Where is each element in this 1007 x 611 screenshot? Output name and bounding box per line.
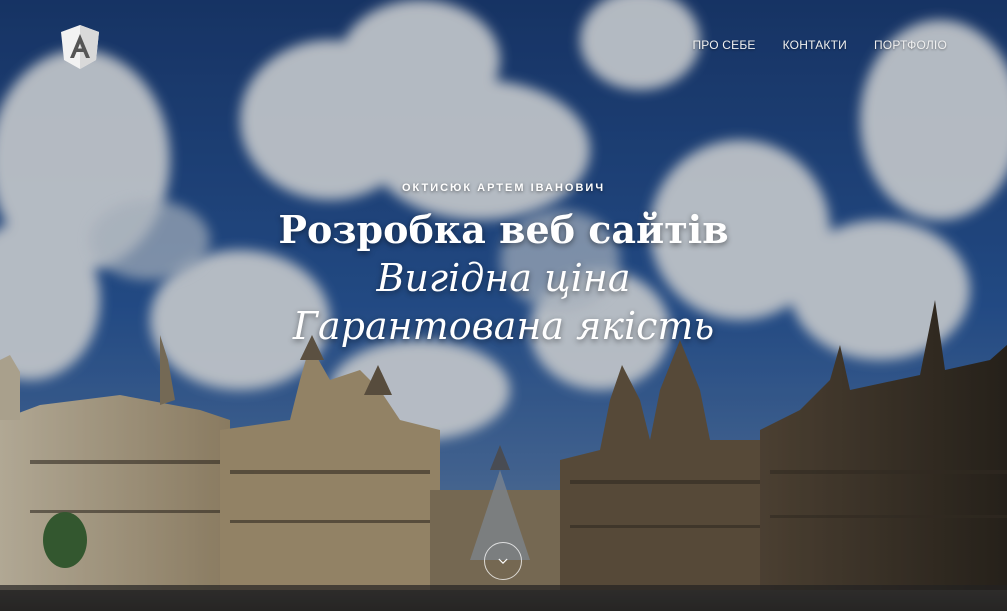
- chevron-down-icon: [498, 558, 508, 564]
- headline-line-1: Розробка веб сайтів: [278, 207, 729, 252]
- nav-link-portfolio[interactable]: ПОРТФОЛІО: [874, 38, 947, 52]
- site-logo[interactable]: [59, 24, 101, 70]
- hero-section: ПРО СЕБЕ КОНТАКТИ ПОРТФОЛІО ОКТИСЮК АРТЕ…: [0, 0, 1007, 611]
- scroll-down-button[interactable]: [484, 542, 522, 580]
- headline-line-2: Вигідна ціна: [376, 256, 631, 300]
- hero-subtitle: ОКТИСЮК АРТЕМ ІВАНОВИЧ: [401, 182, 606, 194]
- hero-headline: Розробка веб сайтів Вигідна ціна Гаранто…: [0, 206, 1007, 350]
- angular-shield-icon: [61, 25, 99, 69]
- nav-link-about[interactable]: ПРО СЕБЕ: [692, 38, 755, 52]
- hero-content: ОКТИСЮК АРТЕМ ІВАНОВИЧ Розробка веб сайт…: [0, 182, 1007, 350]
- headline-line-3: Гарантована якість: [292, 304, 715, 348]
- nav-link-contacts[interactable]: КОНТАКТИ: [783, 38, 847, 52]
- main-nav: ПРО СЕБЕ КОНТАКТИ ПОРТФОЛІО: [665, 38, 947, 52]
